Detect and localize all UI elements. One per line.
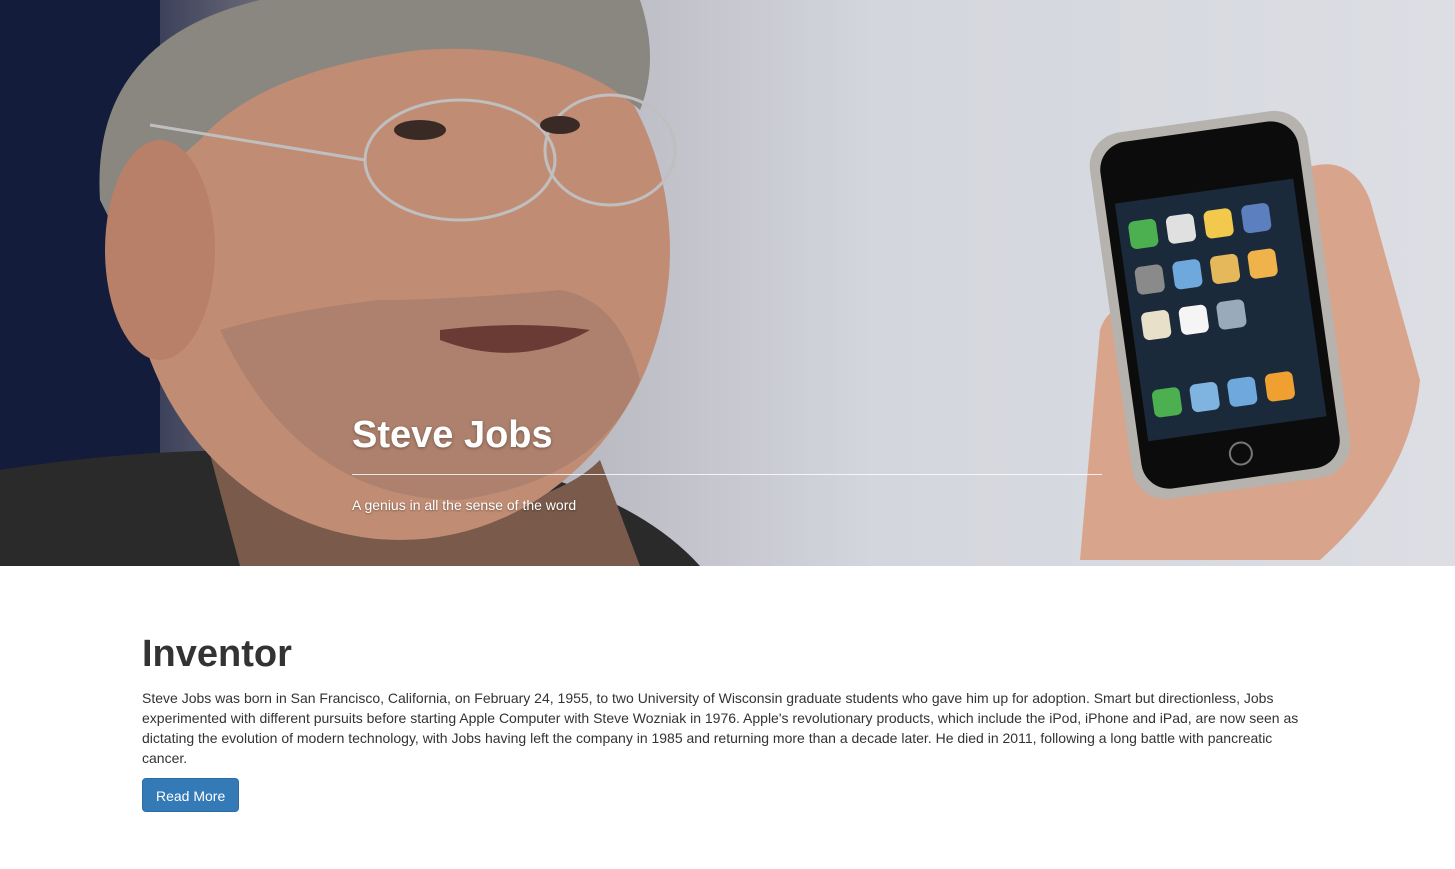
read-more-button[interactable]: Read More	[142, 778, 240, 812]
hero-caption: Steve Jobs A genius in all the sense of …	[352, 410, 1102, 513]
section-body: Steve Jobs was born in San Francisco, Ca…	[142, 690, 1299, 766]
hero-divider	[352, 474, 1102, 475]
section-heading: Inventor	[142, 633, 292, 675]
hero-subtitle: A genius in all the sense of the word	[352, 497, 577, 513]
hero-banner: Steve Jobs A genius in all the sense of …	[0, 0, 1455, 566]
inventor-section: Inventor Steve Jobs was born in San Fran…	[142, 630, 1312, 812]
hero-title: Steve Jobs	[352, 414, 553, 456]
